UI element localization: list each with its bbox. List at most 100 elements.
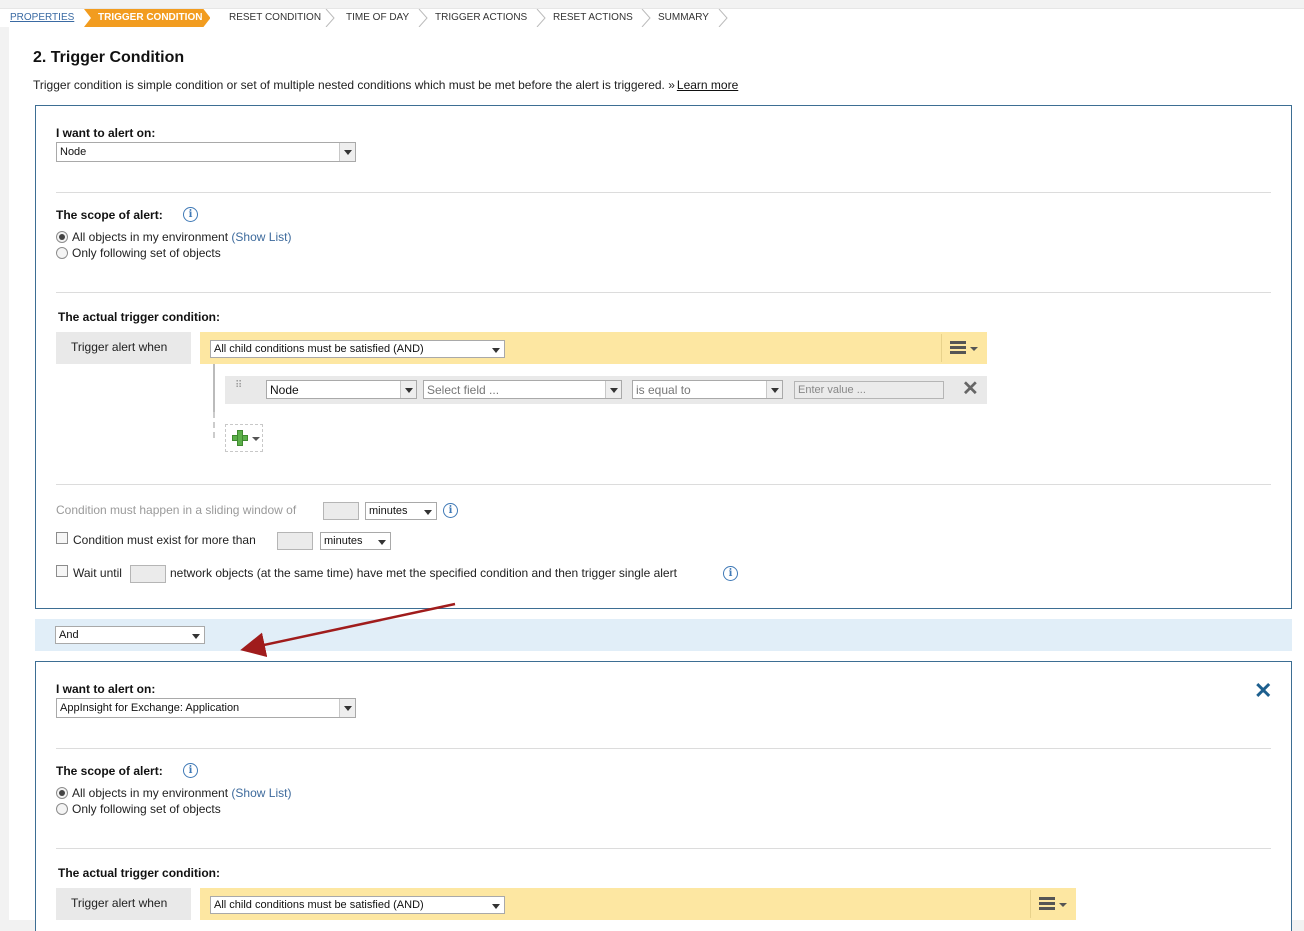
condition-panel-1: I want to alert on: Node The scope of al…	[35, 105, 1292, 609]
condition-panel-2: ✕ I want to alert on: AppInsight for Exc…	[35, 661, 1292, 931]
trigger-when-bar: All child conditions must be satisfied (…	[200, 332, 987, 364]
dropdown-arrow-icon	[339, 143, 355, 161]
divider	[56, 748, 1271, 749]
chevron-right-icon	[418, 9, 428, 27]
dropdown-arrow-icon	[605, 381, 621, 398]
radio-unselected-icon[interactable]	[56, 247, 68, 259]
sliding-window-label: Condition must happen in a sliding windo…	[56, 503, 297, 517]
chevron-right-icon	[641, 9, 651, 27]
section-description: Trigger condition is simple condition or…	[33, 78, 738, 92]
divider	[56, 292, 1271, 293]
value-input[interactable]: Enter value ...	[794, 381, 944, 399]
scope-option-all[interactable]: All objects in my environment (Show List…	[56, 230, 291, 244]
info-icon[interactable]: i	[443, 503, 458, 518]
alert-on-label: I want to alert on:	[56, 682, 156, 696]
trigger-when-select[interactable]: All child conditions must be satisfied (…	[210, 896, 505, 914]
crumb-properties[interactable]: PROPERTIES	[10, 9, 74, 27]
info-icon[interactable]: i	[183, 763, 198, 778]
alert-on-value: AppInsight for Exchange: Application	[60, 702, 240, 714]
exist-for-unit: minutes	[324, 535, 363, 547]
alert-on-value: Node	[60, 146, 87, 158]
trigger-heading: The actual trigger condition:	[58, 866, 221, 880]
trigger-when-bar: All child conditions must be satisfied (…	[200, 888, 1076, 920]
divider	[56, 484, 1271, 485]
caret-down-icon	[970, 347, 978, 351]
dropdown-arrow-icon	[766, 381, 782, 398]
scope-option-label: Only following set of objects	[72, 246, 221, 260]
description-text: Trigger condition is simple condition or…	[33, 78, 675, 92]
radio-selected-icon[interactable]	[56, 231, 68, 243]
condition-menu-button[interactable]	[941, 334, 985, 362]
dropdown-arrow-icon	[400, 381, 416, 398]
divider	[56, 848, 1271, 849]
trigger-heading: The actual trigger condition:	[58, 310, 221, 324]
condition-row: ⠿ Node Select field ... is equal to Ente…	[225, 376, 987, 404]
operator-value: is equal to	[636, 383, 691, 397]
dropdown-arrow-icon	[420, 503, 436, 521]
tree-line-dashed	[213, 412, 215, 438]
logic-operator-value: And	[59, 629, 79, 641]
exist-for-checkbox[interactable]	[56, 532, 68, 544]
info-icon[interactable]: i	[183, 207, 198, 222]
scope-option-following[interactable]: Only following set of objects	[56, 246, 221, 260]
add-condition-icon-fill	[238, 436, 242, 440]
radio-selected-icon[interactable]	[56, 787, 68, 799]
crumb-reset-actions[interactable]: RESET ACTIONS	[553, 9, 633, 27]
main-content: 2. Trigger Condition Trigger condition i…	[9, 27, 1304, 931]
object-select[interactable]: Node	[266, 380, 417, 399]
menu-icon	[1039, 897, 1055, 910]
divider	[56, 192, 1271, 193]
scope-option-following[interactable]: Only following set of objects	[56, 802, 221, 816]
alert-on-label: I want to alert on:	[56, 126, 156, 140]
wait-until-checkbox[interactable]	[56, 565, 68, 577]
sliding-window-input[interactable]	[323, 502, 359, 520]
operator-select[interactable]: is equal to	[632, 380, 783, 399]
logic-operator-select[interactable]: And	[55, 626, 205, 644]
trigger-when-select[interactable]: All child conditions must be satisfied (…	[210, 340, 505, 358]
crumb-trigger-condition[interactable]: TRIGGER CONDITION	[84, 9, 210, 27]
wait-until-input[interactable]	[130, 565, 166, 583]
dropdown-arrow-icon	[188, 627, 204, 645]
trigger-when-label: Trigger alert when	[56, 888, 191, 920]
crumb-time-of-day[interactable]: TIME OF DAY	[346, 9, 409, 27]
object-value: Node	[270, 383, 299, 397]
wait-until-prefix: Wait until	[73, 566, 122, 580]
exist-for-input[interactable]	[277, 532, 313, 550]
menu-icon	[950, 341, 966, 354]
caret-down-icon	[252, 437, 260, 441]
tree-line	[213, 364, 215, 412]
dropdown-arrow-icon	[374, 533, 390, 551]
crumb-reset-condition[interactable]: RESET CONDITION	[229, 9, 321, 27]
crumb-summary[interactable]: SUMMARY	[658, 9, 709, 27]
chevron-right-icon	[325, 9, 335, 27]
crumb-trigger-actions[interactable]: TRIGGER ACTIONS	[435, 9, 527, 27]
info-icon[interactable]: i	[723, 566, 738, 581]
exist-for-unit-select[interactable]: minutes	[320, 532, 391, 550]
field-placeholder: Select field ...	[427, 383, 500, 397]
remove-icon[interactable]: ✕	[962, 379, 979, 399]
show-list-link[interactable]: (Show List)	[231, 786, 291, 800]
show-list-link[interactable]: (Show List)	[231, 230, 291, 244]
logic-operator-bar: And	[35, 619, 1292, 651]
trigger-when-value: All child conditions must be satisfied (…	[214, 899, 424, 911]
trigger-when-label: Trigger alert when	[56, 332, 191, 364]
sliding-window-row: Condition must happen in a sliding windo…	[56, 503, 296, 517]
wizard-breadcrumb: PROPERTIES TRIGGER CONDITION RESET CONDI…	[0, 8, 1304, 27]
sliding-window-unit-select[interactable]: minutes	[365, 502, 437, 520]
chevron-right-icon	[536, 9, 546, 27]
radio-unselected-icon[interactable]	[56, 803, 68, 815]
close-icon[interactable]: ✕	[1254, 680, 1272, 702]
drag-handle-icon[interactable]: ⠿	[235, 381, 243, 391]
scope-option-label: All objects in my environment	[72, 786, 229, 800]
learn-more-link[interactable]: Learn more	[677, 78, 738, 92]
field-select[interactable]: Select field ...	[423, 380, 622, 399]
sliding-window-unit: minutes	[369, 505, 408, 517]
scope-option-all[interactable]: All objects in my environment (Show List…	[56, 786, 291, 800]
condition-menu-button[interactable]	[1030, 890, 1074, 918]
alert-on-select[interactable]: Node	[56, 142, 356, 162]
trigger-when-value: All child conditions must be satisfied (…	[214, 343, 424, 355]
add-condition-button[interactable]	[225, 424, 263, 452]
alert-on-select[interactable]: AppInsight for Exchange: Application	[56, 698, 356, 718]
scope-label: The scope of alert:	[56, 764, 163, 778]
page-title: 2. Trigger Condition	[33, 49, 185, 66]
